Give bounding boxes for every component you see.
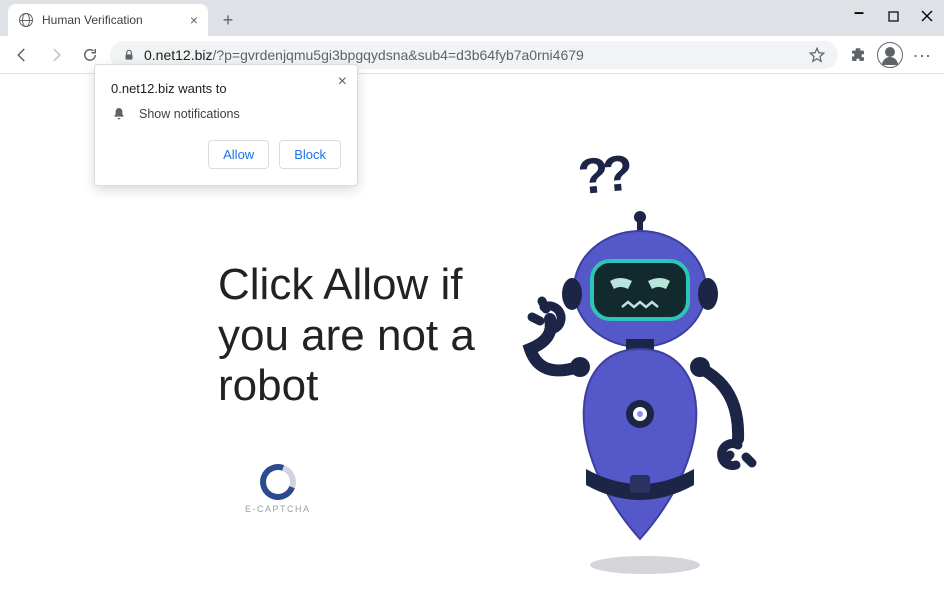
maximize-button[interactable]	[876, 0, 910, 32]
close-tab-icon[interactable]: ×	[190, 13, 198, 27]
page-headline: Click Allow ifyou are not arobot	[218, 260, 475, 412]
captcha-label: E-CAPTCHA	[245, 504, 311, 514]
notification-permission-popup: × 0.net12.biz wants to Show notification…	[94, 64, 358, 186]
back-button[interactable]	[8, 41, 36, 69]
profile-avatar[interactable]	[876, 41, 904, 69]
bookmark-star-icon[interactable]	[808, 46, 826, 64]
window-controls: –	[842, 0, 944, 32]
permission-item: Show notifications	[111, 106, 341, 122]
url-text: 0.net12.biz/?p=gvrdenjqmu5gi3bpgqydsna&s…	[144, 47, 584, 63]
extensions-icon[interactable]	[844, 41, 872, 69]
allow-button[interactable]: Allow	[208, 140, 269, 169]
menu-dots-icon[interactable]: ⋮	[908, 41, 936, 69]
close-window-button[interactable]	[910, 0, 944, 32]
permission-title: 0.net12.biz wants to	[111, 81, 341, 96]
close-icon[interactable]: ×	[338, 73, 347, 91]
lock-icon	[122, 48, 136, 62]
new-tab-button[interactable]: +	[214, 6, 242, 34]
captcha-logo-icon	[254, 458, 302, 506]
globe-icon	[18, 12, 34, 28]
robot-illustration: ??	[500, 154, 780, 574]
forward-button[interactable]	[42, 41, 70, 69]
captcha-badge: E-CAPTCHA	[245, 464, 311, 514]
bell-icon	[111, 106, 127, 122]
block-button[interactable]: Block	[279, 140, 341, 169]
browser-tab[interactable]: Human Verification ×	[8, 4, 208, 36]
robot-svg	[500, 189, 780, 569]
tab-title: Human Verification	[42, 13, 182, 27]
minimize-button[interactable]: –	[842, 0, 876, 28]
browser-titlebar: Human Verification × + –	[0, 0, 944, 36]
